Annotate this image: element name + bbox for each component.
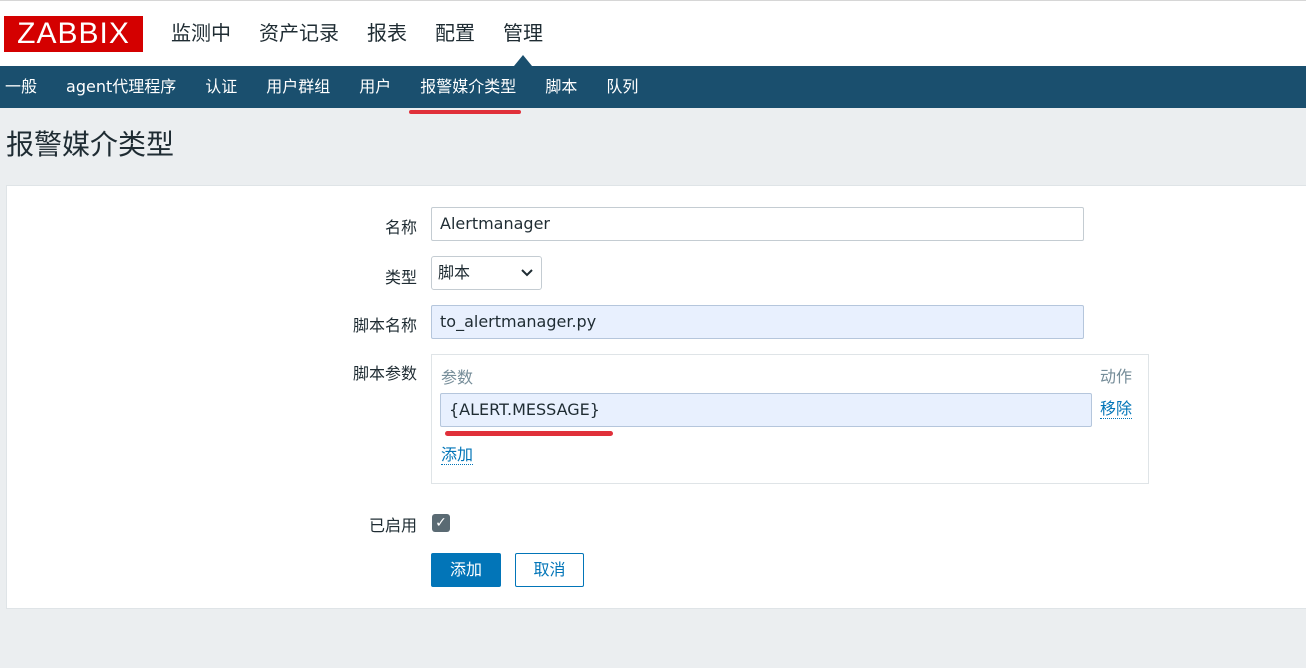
- script-name-label: 脚本名称: [352, 316, 417, 335]
- type-select-value: 脚本: [438, 263, 471, 282]
- cancel-button[interactable]: 取消: [515, 553, 584, 587]
- sub-nav-queue[interactable]: 队列: [606, 66, 638, 108]
- top-header: ZABBIX 监测中 资产记录 报表 配置 管理: [0, 0, 1306, 66]
- sub-nav-scripts[interactable]: 脚本: [545, 66, 577, 108]
- script-params-table: 参数 动作 {ALERT.MESSAGE} 移除 添加: [431, 354, 1149, 484]
- main-nav-reports[interactable]: 报表: [367, 19, 407, 47]
- sub-nav-user-groups[interactable]: 用户群组: [266, 66, 330, 108]
- type-select[interactable]: 脚本: [431, 256, 542, 290]
- sub-nav-media-types[interactable]: 报警媒介类型: [409, 66, 522, 114]
- main-nav-inventory[interactable]: 资产记录: [259, 19, 339, 47]
- type-label: 类型: [384, 268, 417, 287]
- sub-nav-proxies[interactable]: agent代理程序: [66, 66, 176, 108]
- sub-nav: 一般 agent代理程序 认证 用户群组 用户 报警媒介类型 脚本 队列: [0, 66, 1306, 114]
- add-param-link[interactable]: 添加: [441, 446, 474, 465]
- remove-param-link[interactable]: 移除: [1100, 400, 1133, 419]
- main-nav-configuration[interactable]: 配置: [435, 19, 475, 47]
- chevron-down-icon: [521, 257, 533, 301]
- name-field[interactable]: Alertmanager: [431, 207, 1084, 241]
- sub-nav-users[interactable]: 用户: [359, 66, 391, 108]
- media-type-form: 名称 Alertmanager 类型 脚本 脚本名称 to_alertmanag…: [6, 185, 1306, 609]
- main-nav-administration-label: 管理: [503, 21, 543, 45]
- script-params-label: 脚本参数: [352, 364, 417, 383]
- main-nav: 监测中 资产记录 报表 配置 管理: [171, 19, 571, 66]
- param-value-field[interactable]: {ALERT.MESSAGE}: [440, 393, 1092, 427]
- main-nav-administration[interactable]: 管理: [503, 19, 543, 66]
- sub-nav-authentication[interactable]: 认证: [205, 66, 237, 108]
- params-column-header: 参数: [441, 368, 474, 387]
- page-title: 报警媒介类型: [6, 128, 175, 161]
- main-nav-monitoring[interactable]: 监测中: [171, 19, 231, 47]
- enabled-checkbox[interactable]: ✓: [432, 514, 450, 532]
- action-column-header: 动作: [1100, 367, 1133, 386]
- checkmark-icon: ✓: [435, 515, 447, 531]
- zabbix-logo[interactable]: ZABBIX: [4, 16, 143, 52]
- add-button[interactable]: 添加: [431, 553, 501, 587]
- enabled-label: 已启用: [368, 516, 417, 535]
- sub-nav-general[interactable]: 一般: [5, 66, 37, 108]
- script-name-field[interactable]: to_alertmanager.py: [431, 305, 1084, 339]
- name-label: 名称: [384, 218, 417, 237]
- highlight-underline: [445, 431, 613, 436]
- active-caret-icon: [514, 55, 532, 66]
